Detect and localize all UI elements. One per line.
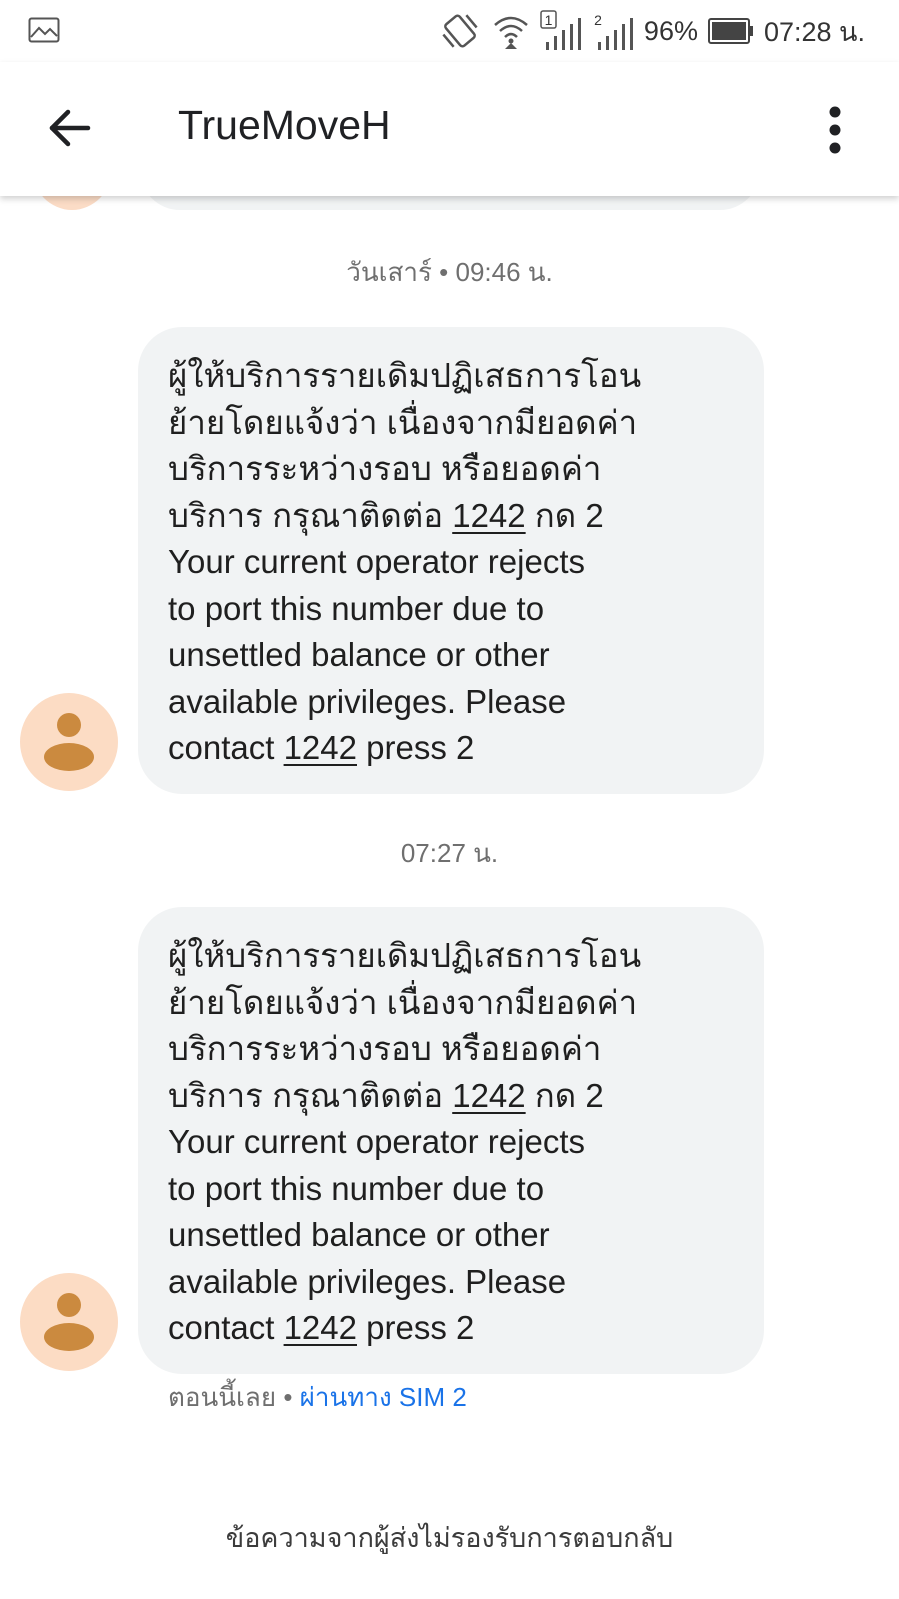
phone-number-link[interactable]: 1242 (284, 729, 357, 766)
previous-avatar (32, 196, 112, 210)
message-line: ย้ายโดยแจ้งว่า เนื่องจากมียอดค่า (168, 983, 638, 1021)
sim1-label: 1 (545, 12, 553, 28)
message-line: available privileges. Please (168, 682, 567, 720)
message-line: unsettled balance or other (168, 1216, 550, 1253)
message-line: ผู้ให้บริการรายเดิมปฏิเสธการโอน (168, 357, 642, 394)
battery-icon (707, 18, 753, 44)
status-bar: 1 2 96% 07:28 น. (0, 0, 899, 62)
person-icon-head (57, 1293, 81, 1317)
message-line: contact 1242 press 2 (168, 1309, 475, 1346)
conversation-title: TrueMoveH (178, 102, 391, 148)
person-icon-head (57, 713, 81, 737)
sim2-label: 2 (594, 12, 602, 28)
message-bubble[interactable]: ผู้ให้บริการรายเดิมปฏิเสธการโอน ย้ายโดยแ… (138, 327, 764, 794)
phone-number-link[interactable]: 1242 (452, 1077, 525, 1114)
message-line: บริการระหว่างรอบ หรือยอดค่า (168, 1030, 602, 1067)
message-sent-time: ตอนนี้เลย • (168, 1382, 300, 1412)
message-line: บริการ กรุณาติดต่อ 1242 กด 2 (168, 496, 604, 534)
wifi-icon (494, 16, 528, 49)
message-line: to port this number due to (168, 589, 545, 627)
message-line: contact 1242 press 2 (168, 729, 475, 766)
sim-indicator: ผ่านทาง SIM 2 (299, 1382, 467, 1412)
message-line: บริการระหว่างรอบ หรือยอดค่า (168, 450, 602, 487)
sim2-signal-icon: 2 (594, 12, 633, 50)
message-line: Your current operator rejects (168, 1123, 585, 1160)
message-line: unsettled balance or other (168, 636, 550, 673)
clock: 07:28 น. (763, 16, 865, 47)
message-line: to port this number due to (168, 1169, 545, 1207)
message-line: Your current operator rejects (168, 543, 585, 580)
battery-percent: 96% (643, 15, 698, 46)
previous-message-bubble[interactable] (140, 196, 760, 210)
message-line: available privileges. Please (168, 1262, 567, 1300)
image-notification-icon (28, 17, 60, 43)
phone-number-link[interactable]: 1242 (452, 497, 525, 534)
sim1-signal-icon: 1 (540, 10, 581, 50)
vibrate-icon (442, 14, 478, 48)
app-bar: TrueMoveH (0, 62, 899, 196)
conversation-view[interactable]: วันเสาร์ • 09:46 น. ผู้ให้บริการรายเดิมป… (0, 196, 899, 1599)
sender-avatar[interactable] (20, 693, 118, 791)
no-reply-notice: ข้อความจากผู้ส่งไม่รองรับการตอบกลับ (225, 1523, 674, 1553)
person-icon-body (44, 743, 94, 771)
message-timestamp: 07:27 น. (400, 838, 499, 868)
message-line: ย้ายโดยแจ้งว่า เนื่องจากมียอดค่า (168, 403, 638, 441)
more-options-icon[interactable] (827, 106, 843, 154)
message-bubble[interactable]: ผู้ให้บริการรายเดิมปฏิเสธการโอน ย้ายโดยแ… (138, 907, 764, 1374)
status-icons: 1 2 96% 07:28 น. (438, 10, 865, 52)
person-icon-body (44, 1323, 94, 1351)
sender-avatar[interactable] (20, 1273, 118, 1371)
phone-number-link[interactable]: 1242 (284, 1309, 357, 1346)
message-timestamp: วันเสาร์ • 09:46 น. (346, 257, 553, 287)
message-line: บริการ กรุณาติดต่อ 1242 กด 2 (168, 1076, 604, 1114)
back-arrow-icon[interactable] (46, 104, 94, 152)
message-status: ตอนนี้เลย • ผ่านทาง SIM 2 (168, 1377, 467, 1418)
message-line: ผู้ให้บริการรายเดิมปฏิเสธการโอน (168, 937, 642, 974)
